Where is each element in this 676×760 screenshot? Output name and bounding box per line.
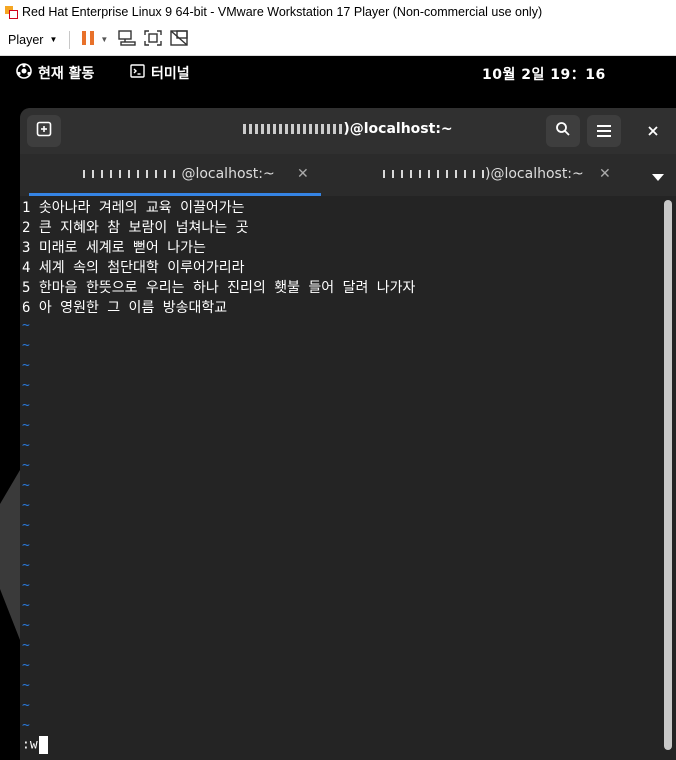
empty-line-marker: ~ [22, 478, 30, 493]
tab-1[interactable]: @localhost:~ ✕ [29, 154, 321, 196]
fit-guest-icon [143, 29, 163, 50]
line-text: 미래로 세계로 뻗어 나가는 [38, 240, 206, 256]
line-number: 4 [22, 260, 31, 276]
terminal-header-bar: )@localhost:~ [20, 108, 676, 154]
empty-line-marker: ~ [22, 438, 30, 453]
empty-line-marker: ~ [22, 638, 30, 653]
masked-username [83, 170, 177, 178]
empty-line-marker: ~ [22, 538, 30, 553]
empty-line-marker: ~ [22, 718, 30, 733]
pause-button[interactable] [81, 28, 95, 52]
desktop-background [0, 470, 20, 640]
terminal-content[interactable]: 1 솟아나라 겨레의 교육 이끌어가는 2 큰 지혜와 참 보람이 넘쳐나는 곳3… [20, 196, 676, 760]
empty-line-marker: ~ [22, 698, 30, 713]
pause-icon [81, 30, 95, 49]
line-text: 큰 지혜와 참 보람이 넘쳐나는 곳 [38, 220, 249, 236]
tab-2-label-text: )@localhost:~ [485, 166, 584, 182]
line-number: 2 [22, 220, 31, 236]
player-menu-button[interactable]: Player ▼ [0, 24, 65, 55]
empty-line-marker: ~ [22, 458, 30, 473]
buffer-line: 4 세계 속의 첨단대학 이루어가리라 [22, 258, 244, 278]
toolbar-divider [69, 30, 71, 49]
command-text: :w [22, 737, 38, 753]
menu-button[interactable] [587, 115, 621, 147]
terminal-scrollbar[interactable] [664, 200, 672, 756]
line-text: 아 영원한 그 이름 방송대학교 [38, 300, 228, 316]
empty-line-marker: ~ [22, 578, 30, 593]
player-menu-label: Player [8, 32, 44, 47]
tab-1-label: @localhost:~ [83, 166, 275, 182]
pause-dropdown-icon[interactable]: ▼ [100, 35, 108, 44]
empty-line-marker: ~ [22, 598, 30, 613]
empty-line-marker: ~ [22, 318, 30, 333]
masked-username [243, 124, 344, 134]
vim-command-line: :w [22, 736, 48, 754]
empty-line-marker: ~ [22, 658, 30, 673]
terminal-icon [130, 64, 145, 82]
redhat-logo-icon [16, 63, 32, 83]
fit-guest-button[interactable] [143, 28, 163, 52]
vmware-window-title: Red Hat Enterprise Linux 9 64-bit - VMwa… [22, 5, 543, 19]
buffer-line: 5 한마음 한뜻으로 우리는 하나 진리의 횃불 들어 달려 나가자 [22, 278, 415, 298]
buffer-line: 1 솟아나라 겨레의 교육 이끌어가는 [22, 198, 244, 218]
tab-1-label-text: @localhost:~ [181, 166, 275, 182]
chevron-down-icon [652, 166, 664, 185]
chevron-down-icon: ▼ [49, 35, 58, 44]
tab-close-icon[interactable]: ✕ [297, 166, 309, 182]
search-icon [555, 121, 571, 141]
empty-line-marker: ~ [22, 518, 30, 533]
tab-list-button[interactable] [650, 168, 666, 182]
line-text: 한마음 한뜻으로 우리는 하나 진리의 횃불 들어 달려 나가자 [38, 280, 416, 296]
empty-line-marker: ~ [22, 338, 30, 353]
empty-line-marker: ~ [22, 678, 30, 693]
empty-line-marker: ~ [22, 618, 30, 633]
line-number: 3 [22, 240, 31, 256]
close-icon [647, 122, 659, 141]
buffer-line: 3 미래로 세계로 뻗어 나가는 [22, 238, 206, 258]
close-window-button[interactable] [636, 115, 670, 147]
vmware-title-bar: Red Hat Enterprise Linux 9 64-bit - VMwa… [0, 0, 676, 24]
line-number: 5 [22, 280, 31, 296]
buffer-line: 6 아 영원한 그 이름 방송대학교 [22, 298, 227, 318]
send-ctrl-alt-del-icon [117, 29, 137, 50]
empty-line-marker: ~ [22, 358, 30, 373]
activities-label: 현재 활동 [38, 66, 95, 82]
unity-button[interactable] [169, 28, 189, 52]
scrollbar-thumb[interactable] [664, 200, 672, 750]
clock[interactable]: 10월 2일 19：16 [482, 64, 606, 84]
terminal-cursor [38, 736, 48, 754]
buffer-line: 2 큰 지혜와 참 보람이 넘쳐나는 곳 [22, 218, 248, 238]
empty-line-marker: ~ [22, 558, 30, 573]
line-number: 6 [22, 300, 31, 316]
tab-close-icon[interactable]: ✕ [599, 166, 611, 182]
masked-username [383, 170, 485, 178]
search-button[interactable] [546, 115, 580, 147]
empty-line-marker: ~ [22, 398, 30, 413]
app-menu-label: 터미널 [151, 66, 190, 82]
gnome-top-bar: 현재 활동 터미널 10월 2일 19：16 [0, 56, 676, 90]
activities-button[interactable]: 현재 활동 [16, 63, 94, 83]
tab-bar: @localhost:~ ✕ )@localhost:~ ✕ [20, 154, 676, 196]
terminal-window: )@localhost:~ @localhost:~ ✕)@localhost… [20, 108, 676, 760]
line-number: 1 [22, 200, 31, 216]
terminal-title-text: )@localhost:~ [343, 121, 453, 137]
empty-line-marker: ~ [22, 498, 30, 513]
vmware-toolbar: Player ▼ ▼ [0, 24, 676, 56]
unity-icon [169, 29, 189, 50]
line-text: 세계 속의 첨단대학 이루어가리라 [38, 260, 245, 276]
app-menu-terminal[interactable]: 터미널 [130, 63, 190, 83]
empty-line-marker: ~ [22, 418, 30, 433]
vmware-app-icon [4, 5, 18, 19]
line-text: 솟아나라 겨레의 교육 이끌어가는 [38, 200, 245, 216]
empty-line-marker: ~ [22, 378, 30, 393]
tab-2-label: )@localhost:~ [383, 166, 584, 182]
hamburger-menu-icon [597, 122, 611, 141]
tab-2[interactable]: )@localhost:~ ✕ [321, 154, 621, 196]
send-ctrl-alt-del-button[interactable] [117, 28, 137, 52]
